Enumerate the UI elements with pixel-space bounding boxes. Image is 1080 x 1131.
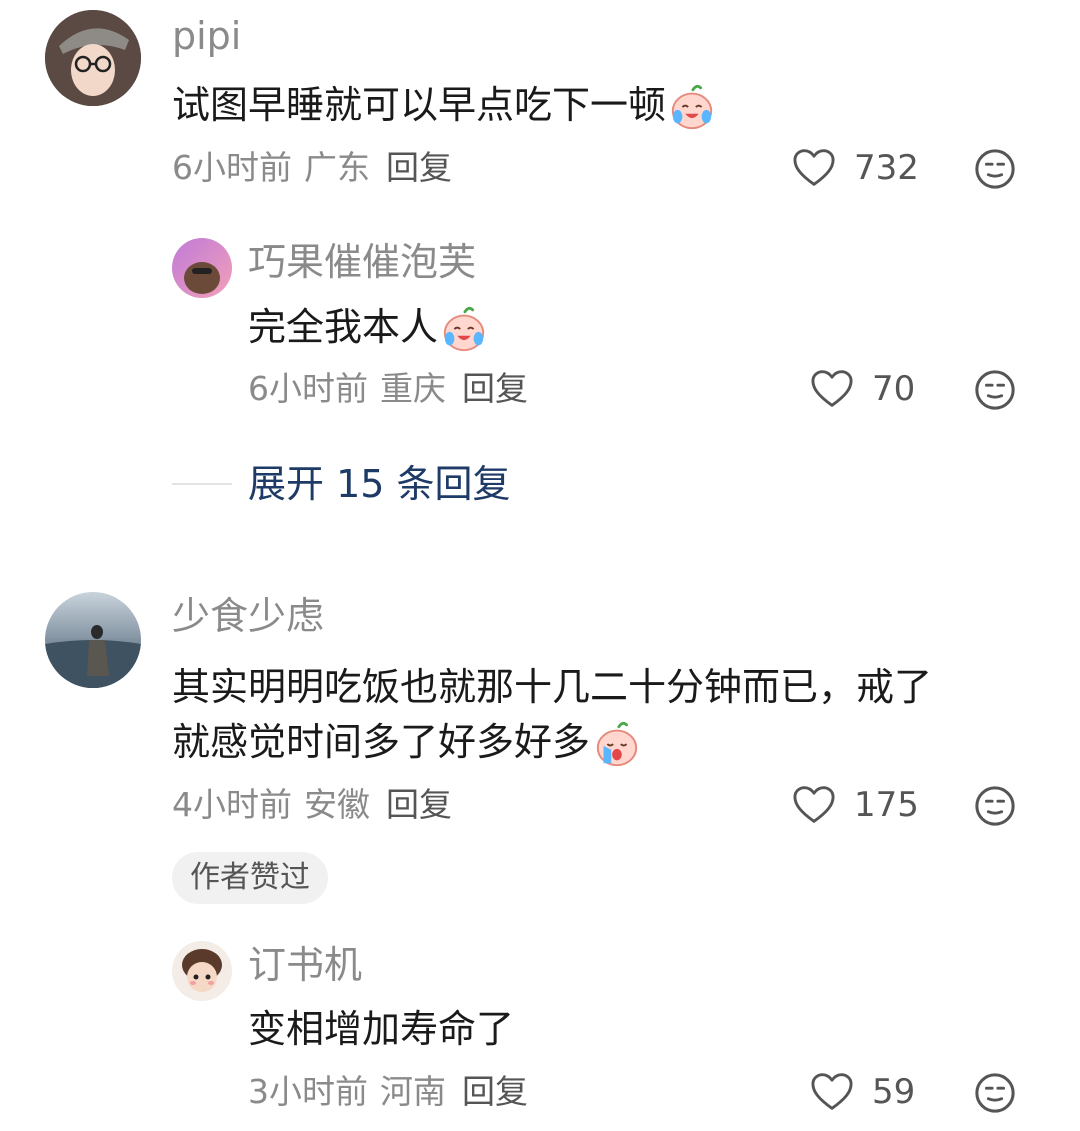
avatar[interactable] xyxy=(172,238,232,298)
comment-location: 安徽 xyxy=(304,785,370,824)
divider xyxy=(172,483,232,485)
like-count: 59 xyxy=(872,1072,916,1112)
crying-laugh-emoji xyxy=(668,84,716,132)
reply-button[interactable]: 回复 xyxy=(386,785,452,824)
comment-meta: 6小时前 广东 回复 xyxy=(172,146,464,190)
comment-text: 就感觉时间多了好多好多 xyxy=(172,713,640,771)
comment-text: 试图早睡就可以早点吃下一顿 xyxy=(172,76,716,134)
comment-meta: 4小时前 安徽 回复 xyxy=(172,783,464,827)
expand-replies-link[interactable]: 展开 15 条回复 xyxy=(248,460,511,508)
reply-time: 3小时前 xyxy=(248,1072,368,1111)
reply-text-content: 完全我本人 xyxy=(248,305,439,349)
comment-text-content: 试图早睡就可以早点吃下一顿 xyxy=(172,83,667,127)
comment-username[interactable]: 少食少虑 xyxy=(172,592,324,640)
comment-time: 4小时前 xyxy=(172,785,292,824)
reply-button[interactable]: 回复 xyxy=(386,148,452,187)
dislike-icon[interactable] xyxy=(974,1072,1016,1114)
like-button[interactable]: 59 xyxy=(810,1070,915,1114)
dislike-icon[interactable] xyxy=(974,785,1016,827)
comment-time: 6小时前 xyxy=(172,148,292,187)
reply-meta: 6小时前 重庆 回复 xyxy=(248,367,540,411)
comment-text-line-2: 就感觉时间多了好多好多 xyxy=(172,720,591,764)
reply-location: 重庆 xyxy=(380,369,446,408)
heart-icon xyxy=(810,1072,854,1112)
like-button[interactable]: 70 xyxy=(810,367,915,411)
heart-icon xyxy=(792,785,836,825)
avatar[interactable] xyxy=(172,941,232,1001)
like-count: 70 xyxy=(872,369,916,409)
reply-username[interactable]: 订书机 xyxy=(248,941,362,989)
like-button[interactable]: 732 xyxy=(792,146,919,190)
crying-laugh-emoji xyxy=(440,306,488,354)
reply-username[interactable]: 巧果催催泡芙 xyxy=(248,238,476,286)
reply-button[interactable]: 回复 xyxy=(462,369,528,408)
sobbing-emoji xyxy=(592,721,640,769)
reply-button[interactable]: 回复 xyxy=(462,1072,528,1111)
avatar[interactable] xyxy=(45,592,141,688)
reply-text: 变相增加寿命了 xyxy=(248,1007,515,1051)
reply-location: 河南 xyxy=(380,1072,446,1111)
comment-location: 广东 xyxy=(304,148,370,187)
heart-icon xyxy=(792,148,836,188)
reply-text: 完全我本人 xyxy=(248,298,488,356)
like-button[interactable]: 175 xyxy=(792,783,919,827)
comment-username[interactable]: pipi xyxy=(172,12,241,60)
reply-meta: 3小时前 河南 回复 xyxy=(248,1070,540,1114)
like-count: 175 xyxy=(854,785,919,825)
avatar[interactable] xyxy=(45,10,141,106)
comment-text-line-1: 其实明明吃饭也就那十几二十分钟而已，戒了 xyxy=(172,665,933,709)
dislike-icon[interactable] xyxy=(974,148,1016,190)
like-count: 732 xyxy=(854,148,919,188)
reply-time: 6小时前 xyxy=(248,369,368,408)
author-liked-badge: 作者赞过 xyxy=(172,852,328,904)
heart-icon xyxy=(810,369,854,409)
dislike-icon[interactable] xyxy=(974,369,1016,411)
